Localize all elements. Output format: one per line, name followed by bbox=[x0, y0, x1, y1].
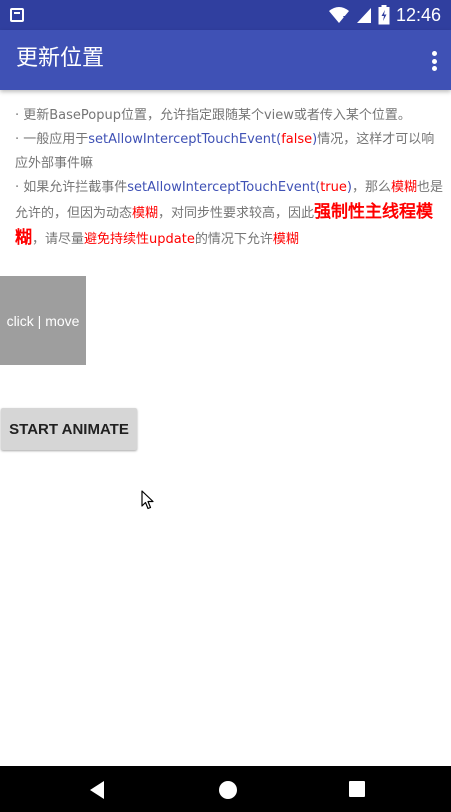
wifi-icon bbox=[328, 6, 350, 24]
line2-method: setAllowInterceptTouchEvent( bbox=[88, 132, 282, 147]
line3-blur3: 模糊 bbox=[272, 232, 299, 247]
description-line-2: · 一般应用于setAllowInterceptTouchEvent(false… bbox=[15, 128, 443, 176]
line3-method: setAllowInterceptTouchEvent( bbox=[127, 180, 321, 195]
description-line-1: · 更新BasePopup位置，允许指定跟随某个view或者传入某个位置。 bbox=[15, 104, 443, 128]
line3-arg: true bbox=[320, 180, 347, 195]
line3-t4: ，请尽量 bbox=[32, 232, 85, 247]
navigation-bar bbox=[0, 766, 451, 812]
line2-arg: false bbox=[281, 132, 313, 147]
mouse-cursor-icon bbox=[141, 490, 155, 514]
line3-avoid: 避免持续性update bbox=[84, 232, 195, 247]
description-line-3: · 如果允许拦截事件setAllowInterceptTouchEvent(tr… bbox=[15, 176, 443, 252]
line1-text: · 更新BasePopup位置，允许指定跟随某个view或者传入某个位置。 bbox=[15, 108, 411, 123]
sim-card-icon bbox=[10, 8, 24, 22]
line3-blur1: 模糊 bbox=[390, 180, 417, 195]
app-bar: 更新位置 bbox=[0, 30, 451, 90]
line3-blur2: 模糊 bbox=[132, 206, 159, 221]
status-icons: 12:46 bbox=[328, 4, 441, 26]
line3-prefix: · 如果允许拦截事件 bbox=[15, 180, 128, 195]
status-time: 12:46 bbox=[395, 5, 441, 25]
status-bar: 12:46 bbox=[0, 0, 451, 30]
line3-t3: ，对同步性要求较高，因此 bbox=[158, 206, 315, 221]
line3-t1: ，那么 bbox=[351, 180, 391, 195]
start-animate-label: START ANIMATE bbox=[9, 420, 129, 438]
start-animate-button[interactable]: START ANIMATE bbox=[1, 408, 137, 450]
drag-target-box[interactable]: click | move bbox=[0, 276, 86, 365]
recent-apps-icon[interactable] bbox=[348, 780, 366, 802]
line3-t5: 的情况下允许 bbox=[194, 232, 273, 247]
home-icon[interactable] bbox=[218, 780, 238, 804]
page-title: 更新位置 bbox=[16, 46, 105, 71]
more-vert-icon[interactable] bbox=[431, 51, 437, 71]
description-text: · 更新BasePopup位置，允许指定跟随某个view或者传入某个位置。 · … bbox=[15, 104, 443, 252]
signal-icon bbox=[356, 6, 372, 24]
line2-prefix: · 一般应用于 bbox=[15, 132, 89, 147]
drag-box-label: click | move bbox=[6, 312, 80, 329]
battery-icon bbox=[378, 5, 390, 25]
back-icon[interactable] bbox=[88, 780, 106, 804]
